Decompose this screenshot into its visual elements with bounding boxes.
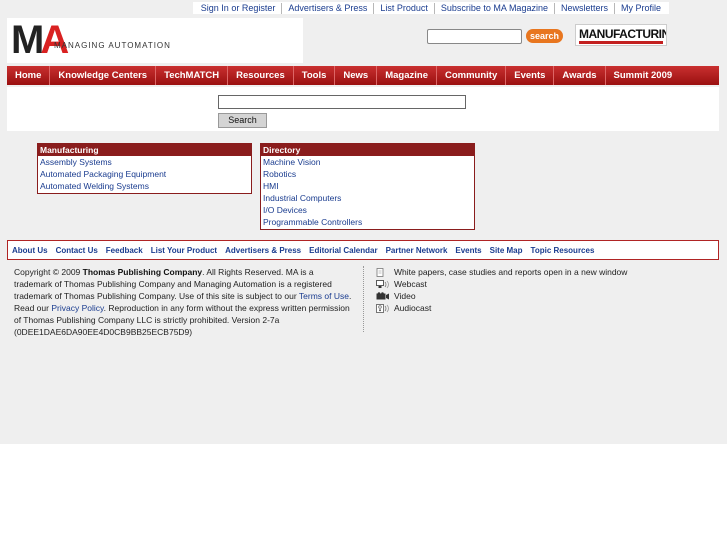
nav-awards[interactable]: Awards (554, 66, 606, 85)
directory-item[interactable]: Machine Vision (261, 156, 474, 168)
footer-advertisers-press[interactable]: Advertisers & Press (221, 246, 305, 255)
legend-item: White papers, case studies and reports o… (376, 266, 627, 278)
company-name: Thomas Publishing Company (82, 267, 203, 277)
footer-site-map[interactable]: Site Map (486, 246, 527, 255)
manufacturing-item[interactable]: Automated Packaging Equipment (38, 168, 251, 180)
header-search-input[interactable] (427, 29, 522, 44)
main-search-button[interactable]: Search (218, 113, 267, 128)
legend-item: Video (376, 290, 627, 302)
audiocast-icon (376, 303, 390, 313)
directory-item[interactable]: I/O Devices (261, 204, 474, 216)
search-panel: Search (7, 87, 719, 131)
nav-magazine[interactable]: Magazine (377, 66, 437, 85)
nav-community[interactable]: Community (437, 66, 507, 85)
nav-resources[interactable]: Resources (228, 66, 294, 85)
manufacturing-item[interactable]: Automated Welding Systems (38, 180, 251, 192)
icon-legend: White papers, case studies and reports o… (376, 266, 627, 314)
nav-techmatch[interactable]: TechMATCH (156, 66, 229, 85)
list-product-link[interactable]: List Product (373, 2, 434, 14)
directory-item[interactable]: HMI (261, 180, 474, 192)
top-links: Sign In or Register Advertisers & Press … (192, 2, 669, 14)
logo-mark: MA (11, 18, 69, 62)
footer-nav: About Us Contact Us Feedback List Your P… (7, 240, 719, 260)
manufacturing-box: Manufacturing Assembly Systems Automated… (37, 143, 252, 194)
footer-about-us[interactable]: About Us (8, 246, 52, 255)
directory-item[interactable]: Robotics (261, 168, 474, 180)
footer-events[interactable]: Events (451, 246, 485, 255)
my-profile-link[interactable]: My Profile (613, 2, 667, 14)
legend-item: Audiocast (376, 302, 627, 314)
legend-item: Webcast (376, 278, 627, 290)
site-logo[interactable]: MA MANAGING AUTOMATION (7, 18, 303, 63)
manufacturing-badge-text: MANUFACTURING (579, 27, 666, 41)
terms-of-use-link[interactable]: Terms of Use (299, 291, 349, 301)
directory-box: Directory Machine Vision Robotics HMI In… (260, 143, 475, 230)
manufacturing-badge[interactable]: MANUFACTURING (575, 24, 667, 46)
nav-news[interactable]: News (335, 66, 378, 85)
directory-title: Directory (261, 144, 474, 156)
newsletters-link[interactable]: Newsletters (553, 2, 614, 14)
footer-divider (363, 266, 364, 332)
main-nav: Home Knowledge Centers TechMATCH Resourc… (7, 66, 719, 85)
privacy-policy-link[interactable]: Privacy Policy (51, 303, 103, 313)
copyright-notice: Copyright © 2009 Thomas Publishing Compa… (14, 267, 352, 337)
footer-feedback[interactable]: Feedback (102, 246, 147, 255)
directory-item[interactable]: Industrial Computers (261, 192, 474, 204)
badge-underline (579, 41, 663, 44)
video-icon (376, 291, 390, 301)
logo-text: MANAGING AUTOMATION (54, 41, 171, 50)
document-icon (376, 267, 390, 277)
subscribe-link[interactable]: Subscribe to MA Magazine (433, 2, 554, 14)
nav-summit-2009[interactable]: Summit 2009 (606, 66, 681, 85)
nav-home[interactable]: Home (7, 66, 51, 85)
header-search-button[interactable]: search (526, 29, 563, 43)
webcast-icon (376, 279, 390, 289)
footer-contact-us[interactable]: Contact Us (52, 246, 102, 255)
footer-partner-network[interactable]: Partner Network (382, 246, 452, 255)
manufacturing-title: Manufacturing (38, 144, 251, 156)
footer-editorial-calendar[interactable]: Editorial Calendar (305, 246, 381, 255)
nav-tools[interactable]: Tools (294, 66, 336, 85)
footer-topic-resources[interactable]: Topic Resources (527, 246, 599, 255)
manufacturing-item[interactable]: Assembly Systems (38, 156, 251, 168)
nav-events[interactable]: Events (506, 66, 555, 85)
sign-in-link[interactable]: Sign In or Register (195, 3, 282, 14)
directory-item[interactable]: Programmable Controllers (261, 216, 474, 228)
main-search-input[interactable] (218, 95, 466, 109)
advertisers-press-link[interactable]: Advertisers & Press (281, 2, 373, 14)
footer-list-your-product[interactable]: List Your Product (147, 246, 221, 255)
nav-knowledge-centers[interactable]: Knowledge Centers (50, 66, 157, 85)
